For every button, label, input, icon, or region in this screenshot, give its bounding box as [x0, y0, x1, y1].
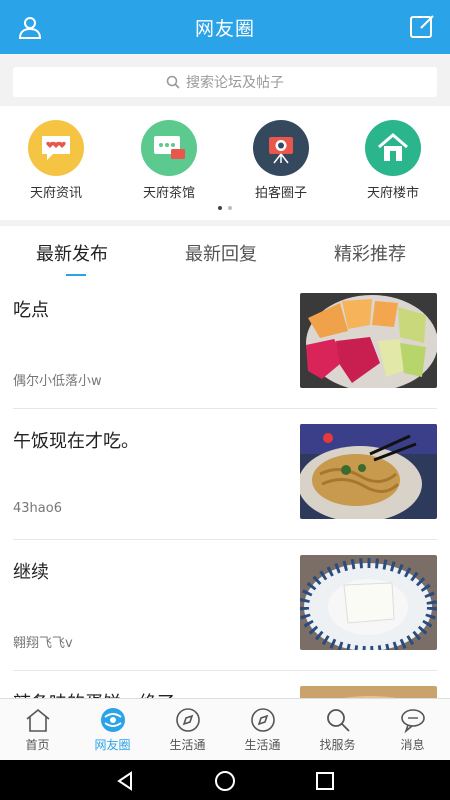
list-item[interactable]: 继续 翱翔飞飞v: [0, 540, 450, 671]
page-dot: [218, 206, 222, 210]
nav-label: 消息: [400, 738, 425, 752]
post-author: 43hao6: [13, 501, 62, 516]
tab-latest-replies[interactable]: 最新回复: [185, 240, 257, 266]
tab-featured[interactable]: 精彩推荐: [334, 240, 406, 266]
top-app-bar: 网友圈: [0, 0, 450, 54]
user-icon: [18, 17, 42, 39]
category-tianfu-news[interactable]: 天府资讯: [11, 120, 101, 201]
compass-icon: [175, 708, 200, 732]
nav-life-service-2[interactable]: 生活通: [225, 707, 300, 753]
bottom-navigation: 首页 网友圈 生活通 生活通 找服务 消息: [0, 698, 450, 760]
category-label: 天府茶馆: [142, 186, 195, 201]
nav-life-service[interactable]: 生活通: [150, 707, 225, 753]
home-circle-icon: [215, 771, 235, 791]
page-title: 网友圈: [194, 17, 255, 40]
recents-icon: [316, 772, 334, 790]
search-icon: [326, 709, 350, 732]
compass-icon: [250, 708, 275, 732]
category-carousel: 天府资讯 天府茶馆 拍客圈子 天府楼市: [0, 106, 450, 220]
post-thumbnail: [300, 293, 437, 388]
feed-tabs: 最新发布 最新回复 精彩推荐: [0, 226, 450, 278]
nav-label: 生活通: [244, 738, 281, 752]
category-label: 天府资讯: [29, 186, 82, 201]
category-tianfu-realestate[interactable]: 天府楼市: [348, 120, 438, 201]
home-icon: [25, 708, 50, 732]
nav-label: 首页: [25, 738, 50, 752]
compose-button[interactable]: [406, 11, 438, 43]
post-thumbnail: [300, 555, 437, 650]
tab-latest-posts[interactable]: 最新发布: [36, 240, 108, 266]
category-label: 拍客圈子: [254, 186, 307, 201]
nav-label: 网友圈: [94, 738, 131, 752]
post-title: 继续: [13, 562, 49, 583]
nav-messages[interactable]: 消息: [375, 707, 450, 753]
post-list: 吃点 偶尔小低落小w 午饭现在才吃。 43hao6 继续 翱翔飞飞v: [0, 278, 450, 698]
nav-home[interactable]: 首页: [0, 707, 75, 753]
post-author: 偶尔小低落小w: [13, 374, 102, 389]
category-label: 天府楼市: [366, 186, 419, 201]
active-tab-indicator: [66, 274, 86, 276]
back-button[interactable]: [113, 769, 137, 793]
circle-icon: [100, 708, 125, 732]
post-thumbnail: [300, 424, 437, 519]
post-title: 午饭现在才吃。: [13, 431, 139, 452]
carousel-pagination: [0, 206, 450, 210]
back-icon: [117, 771, 132, 791]
post-title: 辣条味的蛋饼，绝了: [13, 689, 175, 698]
recents-button[interactable]: [313, 769, 337, 793]
nav-find-service[interactable]: 找服务: [300, 707, 375, 753]
category-photo-circle[interactable]: 拍客圈子: [236, 120, 326, 201]
list-item[interactable]: 辣条味的蛋饼，绝了: [0, 671, 450, 698]
profile-button[interactable]: [14, 11, 46, 43]
house-icon: [365, 120, 421, 176]
message-icon: [400, 709, 425, 733]
search-area: 搜索论坛及帖子: [0, 54, 450, 106]
system-navigation-bar: [0, 760, 450, 800]
search-input[interactable]: 搜索论坛及帖子: [13, 67, 437, 97]
nav-friends-circle[interactable]: 网友圈: [75, 707, 150, 753]
home-system-button[interactable]: [213, 769, 237, 793]
post-thumbnail: [300, 686, 437, 698]
camera-icon: [253, 120, 309, 176]
chat-bubble-icon: [28, 120, 84, 176]
category-tianfu-teahouse[interactable]: 天府茶馆: [124, 120, 214, 201]
list-item[interactable]: 吃点 偶尔小低落小w: [0, 278, 450, 409]
list-item[interactable]: 午饭现在才吃。 43hao6: [0, 409, 450, 540]
edit-icon: [410, 15, 434, 38]
post-author: 翱翔飞飞v: [13, 636, 73, 651]
nav-label: 生活通: [169, 738, 206, 752]
message-icon: [141, 120, 197, 176]
search-icon: [166, 75, 180, 89]
page-dot: [228, 206, 232, 210]
nav-label: 找服务: [319, 738, 356, 752]
search-placeholder: 搜索论坛及帖子: [186, 75, 284, 91]
post-title: 吃点: [13, 300, 49, 321]
